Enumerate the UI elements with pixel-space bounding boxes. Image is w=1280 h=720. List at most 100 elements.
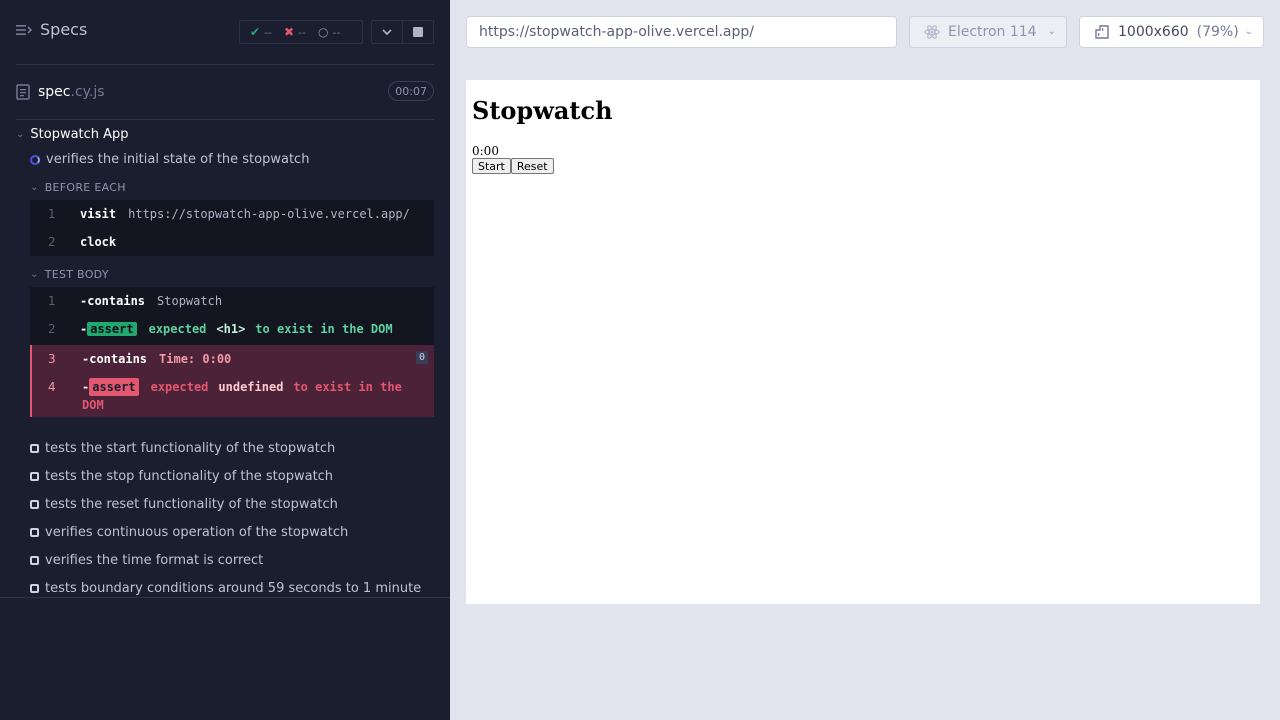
command-message: https://stopwatch-app-olive.vercel.app/: [128, 207, 410, 221]
test-item[interactable]: tests the stop functionality of the stop…: [30, 462, 421, 490]
specs-toggle[interactable]: Specs: [16, 20, 87, 39]
stat-failed: ✖ --: [284, 26, 306, 39]
child-dash: -: [82, 352, 90, 366]
command-number: 1: [48, 207, 56, 221]
viewport-selector[interactable]: 1000x660 (79%) ⌄: [1079, 16, 1264, 48]
test-title: verifies the time format is correct: [45, 552, 264, 568]
pending-square-icon: [30, 527, 39, 537]
ruler-icon: [1095, 25, 1109, 39]
test-item[interactable]: tests the reset functionality of the sto…: [30, 490, 421, 518]
viewport-size: 1000x660: [1118, 24, 1189, 40]
reset-button[interactable]: Reset: [510, 158, 554, 174]
hook-title: TEST BODY: [44, 268, 109, 281]
hook-test-body[interactable]: ⌄ TEST BODY: [30, 268, 109, 281]
assert-word: expected: [148, 322, 207, 336]
auto-scroll-button[interactable]: [372, 21, 402, 43]
pending-square-icon: [30, 499, 39, 509]
command-name: contains: [89, 352, 148, 366]
suite-header[interactable]: ⌄ Stopwatch App: [16, 124, 129, 144]
test-title: tests the start functionality of the sto…: [45, 440, 336, 456]
spec-file-name: spec.cy.js: [38, 84, 105, 100]
electron-icon: [924, 25, 940, 39]
assert-subject: <h1>: [216, 322, 246, 336]
test-item[interactable]: tests the start functionality of the sto…: [30, 434, 421, 462]
pending-square-icon: [30, 443, 39, 453]
run-controls: [371, 20, 434, 44]
url-text: https://stopwatch-app-olive.vercel.app/: [479, 24, 754, 40]
chevron-down-icon: ⌄: [16, 128, 25, 140]
check-icon: ✔: [250, 25, 261, 39]
element-count-badge: 0: [415, 351, 428, 364]
test-title: verifies continuous operation of the sto…: [45, 524, 349, 540]
command-row[interactable]: 1 visit https://stopwatch-app-olive.verc…: [30, 200, 434, 228]
chevron-down-icon: ⌄: [30, 269, 39, 280]
test-title: tests the stop functionality of the stop…: [45, 468, 334, 484]
test-title: tests the reset functionality of the sto…: [45, 496, 338, 512]
spec-file-ext: .cy.js: [70, 84, 105, 100]
failed-count: --: [298, 25, 307, 39]
viewport-scale: (79%): [1196, 24, 1239, 40]
suite-title: Stopwatch App: [30, 126, 129, 142]
test-body-commands: 1 - contains Stopwatch 2 - assert expect…: [30, 287, 434, 345]
command-row-failed[interactable]: 3 - contains Time: 0:00 0: [32, 345, 434, 373]
reporter-panel: Specs ✔ -- ✖ -- ○ -- spec.cy.js 00:07 ⌄ …: [0, 0, 450, 720]
stat-pending: ○ --: [318, 26, 340, 39]
time-display: 0:00: [472, 144, 499, 158]
specs-title: Specs: [40, 20, 88, 39]
command-row[interactable]: 2 clock: [30, 228, 434, 256]
pending-square-icon: [30, 471, 39, 481]
pending-square-icon: [30, 555, 39, 565]
chevron-down-icon: ⌄: [1244, 26, 1253, 37]
pending-test-list: tests the start functionality of the sto…: [30, 434, 421, 602]
test-item[interactable]: verifies the time format is correct: [30, 546, 421, 574]
hook-title: BEFORE EACH: [44, 181, 126, 194]
command-message: Time: 0:00: [159, 352, 232, 366]
command-number: 4: [48, 380, 56, 394]
url-input[interactable]: https://stopwatch-app-olive.vercel.app/: [466, 16, 897, 48]
command-number: 2: [48, 322, 56, 336]
pending-count: --: [332, 25, 341, 39]
reporter-header: Specs ✔ -- ✖ -- ○ --: [0, 0, 450, 64]
assert-subject: undefined: [218, 380, 284, 394]
test-item[interactable]: verifies continuous operation of the sto…: [30, 518, 421, 546]
assert-badge: assert: [87, 322, 137, 336]
app-under-test-frame: Stopwatch 0:00 Start Reset: [466, 80, 1260, 604]
app-heading: Stopwatch: [472, 96, 613, 125]
child-dash: -: [82, 380, 90, 394]
before-each-commands: 1 visit https://stopwatch-app-olive.verc…: [30, 200, 434, 256]
command-name: visit: [80, 207, 117, 221]
document-icon: [16, 84, 30, 100]
spec-duration: 00:07: [388, 81, 434, 101]
spec-file-row[interactable]: spec.cy.js 00:07: [16, 78, 434, 106]
x-icon: ✖: [284, 25, 295, 39]
command-row-failed[interactable]: 4 - assert expected undefined to exist i…: [32, 373, 434, 417]
command-number: 3: [48, 352, 56, 366]
assert-word: DOM: [82, 398, 104, 412]
stop-button[interactable]: [402, 21, 433, 43]
start-button[interactable]: Start: [472, 158, 511, 174]
list-end-divider: [0, 597, 450, 598]
chevron-down-icon: ⌄: [1047, 26, 1056, 37]
test-stats: ✔ -- ✖ -- ○ --: [239, 20, 363, 44]
assert-word: expected: [150, 380, 209, 394]
test-title: verifies the initial state of the stopwa…: [46, 152, 310, 167]
assert-word: to exist in the DOM: [255, 322, 393, 336]
child-dash: -: [80, 322, 88, 336]
stop-icon: [413, 27, 424, 37]
command-name: contains: [87, 294, 146, 308]
pending-square-icon: [30, 583, 39, 593]
command-row[interactable]: 2 - assert expected <h1> to exist in the…: [30, 315, 434, 343]
header-divider: [16, 64, 434, 65]
browser-selector[interactable]: Electron 114 ⌄: [909, 16, 1067, 48]
assert-badge: assert: [89, 378, 139, 396]
test-running[interactable]: verifies the initial state of the stopwa…: [30, 152, 309, 167]
assert-word: to exist in the: [293, 380, 402, 394]
browser-label: Electron 114: [948, 24, 1037, 40]
hook-before-each[interactable]: ⌄ BEFORE EACH: [30, 181, 126, 194]
test-title: tests boundary conditions around 59 seco…: [45, 580, 422, 596]
command-number: 1: [48, 294, 56, 308]
command-row[interactable]: 1 - contains Stopwatch: [30, 287, 434, 315]
running-spinner-icon: [30, 154, 40, 165]
command-name: clock: [80, 235, 117, 249]
stat-passed: ✔ --: [250, 26, 272, 39]
